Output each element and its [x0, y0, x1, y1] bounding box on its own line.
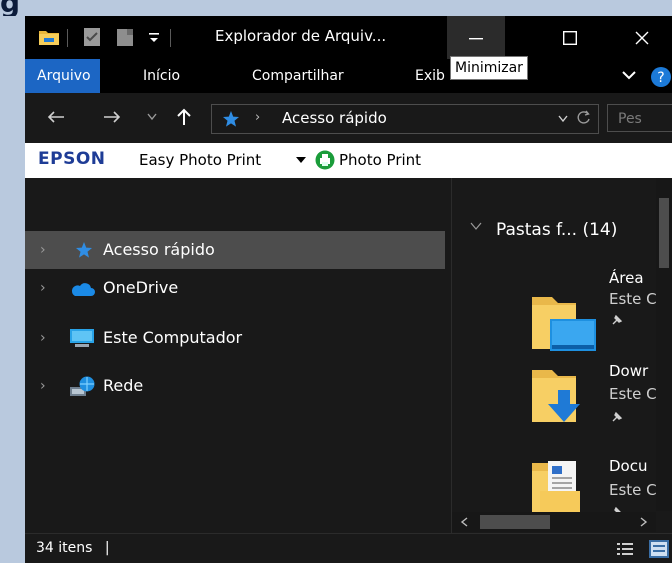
- minimize-tooltip: Minimizar: [450, 56, 528, 80]
- pin-icon: [611, 314, 623, 326]
- minimize-button[interactable]: [447, 16, 505, 59]
- title-bar[interactable]: Explorador de Arquiv...: [25, 16, 672, 59]
- details-view-icon[interactable]: [617, 542, 633, 556]
- sidebar-item-label: OneDrive: [103, 278, 179, 297]
- recent-locations-icon[interactable]: [147, 113, 157, 121]
- expand-chevron-icon[interactable]: ›: [40, 280, 46, 296]
- collapse-chevron-icon[interactable]: [470, 220, 482, 234]
- desktop-folder-icon[interactable]: [530, 291, 604, 355]
- properties-icon[interactable]: [82, 27, 102, 47]
- tile-location: Este C: [609, 481, 657, 499]
- sidebar-item-label: Este Computador: [103, 328, 243, 347]
- sidebar-item-label: Acesso rápido: [103, 240, 215, 259]
- refresh-icon[interactable]: [577, 110, 591, 126]
- file-explorer-window: Explorador de Arquiv... Arquivo Início C…: [25, 16, 672, 563]
- sidebar-item-label: Rede: [103, 376, 144, 395]
- printer-icon[interactable]: [315, 150, 335, 170]
- tile-name[interactable]: Área: [609, 269, 644, 287]
- epson-logo: EPSON: [38, 149, 106, 169]
- address-bar[interactable]: › Acesso rápido: [211, 104, 599, 134]
- minimize-icon: [469, 37, 483, 39]
- titlebar-separator: [170, 29, 171, 47]
- monitor-icon: [69, 328, 95, 348]
- address-dropdown-icon[interactable]: [558, 115, 568, 123]
- breadcrumb-chevron-icon: ›: [255, 110, 261, 125]
- forward-icon[interactable]: [103, 110, 121, 124]
- window-title: Explorador de Arquiv...: [215, 27, 387, 45]
- horizontal-scrollbar[interactable]: [452, 512, 656, 532]
- up-arrow-icon[interactable]: [177, 108, 191, 126]
- maximize-icon: [563, 30, 577, 45]
- horizontal-scroll-thumb[interactable]: [480, 515, 550, 529]
- background-heading-fragment: g: [0, 0, 672, 16]
- tab-exibir[interactable]: Exib: [407, 59, 453, 93]
- vertical-scrollbar[interactable]: [656, 178, 672, 511]
- new-folder-icon[interactable]: [115, 27, 135, 47]
- navigation-pane: › Acesso rápido › OneDrive › Este Comput…: [25, 178, 451, 533]
- tile-name[interactable]: Docu: [609, 457, 647, 475]
- tile-location: Este C: [609, 290, 657, 308]
- help-icon[interactable]: ?: [650, 66, 672, 88]
- expand-chevron-icon[interactable]: ›: [40, 330, 46, 346]
- content-pane: Pastas f... (14) Área Este C Dowr Este C…: [452, 178, 672, 533]
- tab-inicio[interactable]: Início: [135, 59, 188, 93]
- navigation-bar: › Acesso rápido Pes: [25, 93, 672, 143]
- sidebar-item-onedrive[interactable]: › OneDrive: [25, 269, 445, 307]
- epson-toolbar: EPSON Easy Photo Print Photo Print: [25, 143, 672, 178]
- tab-arquivo[interactable]: Arquivo: [25, 59, 100, 93]
- section-title[interactable]: Pastas f... (14): [496, 220, 617, 240]
- search-input[interactable]: Pes: [607, 104, 672, 132]
- folder-icon[interactable]: [38, 27, 60, 47]
- close-icon: [635, 31, 649, 44]
- star-icon: [75, 241, 93, 259]
- large-icons-view-icon[interactable]: [649, 540, 669, 558]
- tab-compartilhar[interactable]: Compartilhar: [244, 59, 352, 93]
- status-separator: |: [104, 540, 110, 556]
- sidebar-item-acesso-rapido[interactable]: › Acesso rápido: [25, 231, 445, 269]
- item-count: 34 itens |: [36, 540, 110, 556]
- expand-chevron-icon[interactable]: ›: [40, 378, 46, 394]
- tile-location: Este C: [609, 385, 657, 403]
- item-count-text: 34 itens: [36, 540, 93, 556]
- back-icon[interactable]: [47, 110, 65, 124]
- vertical-scroll-thumb[interactable]: [659, 198, 669, 268]
- photo-print-button[interactable]: Photo Print: [339, 151, 421, 169]
- downloads-folder-icon[interactable]: [530, 364, 604, 428]
- maximize-button[interactable]: [541, 16, 599, 59]
- quick-access-dropdown-icon[interactable]: [148, 29, 160, 45]
- close-button[interactable]: [613, 16, 671, 59]
- breadcrumb[interactable]: Acesso rápido: [282, 109, 387, 127]
- sidebar-item-rede[interactable]: › Rede: [25, 367, 445, 405]
- star-icon: [222, 110, 240, 128]
- easy-photo-print-button[interactable]: Easy Photo Print: [139, 151, 261, 169]
- scroll-left-icon[interactable]: [460, 517, 468, 527]
- svg-text:?: ?: [657, 70, 664, 86]
- scroll-right-icon[interactable]: [640, 517, 648, 527]
- network-icon: [69, 375, 95, 397]
- expand-ribbon-icon[interactable]: [622, 70, 636, 80]
- ribbon-tabs: Arquivo Início Compartilhar Exib ?: [25, 59, 672, 93]
- pin-icon: [611, 411, 623, 423]
- dropdown-triangle-icon[interactable]: [296, 157, 306, 164]
- sidebar-item-este-computador[interactable]: › Este Computador: [25, 319, 445, 357]
- status-bar: 34 itens |: [25, 533, 672, 563]
- expand-chevron-icon[interactable]: ›: [40, 242, 46, 258]
- cloud-icon: [69, 281, 95, 297]
- titlebar-separator: [67, 29, 68, 47]
- tile-name[interactable]: Dowr: [609, 362, 648, 380]
